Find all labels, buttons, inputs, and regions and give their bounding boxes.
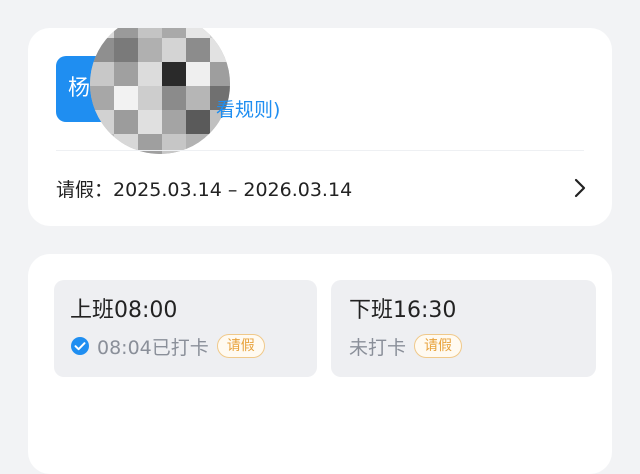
check-circle-icon	[70, 336, 90, 356]
shift-status: 未打卡	[349, 336, 407, 359]
leave-badge: 请假	[414, 334, 463, 358]
leave-period-row[interactable]: 请假：2025.03.14 – 2026.03.14	[56, 172, 590, 204]
leave-period-text: 请假：2025.03.14 – 2026.03.14	[56, 178, 353, 201]
clock-out-shift[interactable]: 下班16:30 未打卡 请假	[331, 280, 596, 377]
mosaic-image	[90, 28, 230, 154]
view-rules-link[interactable]: 看规则)	[216, 98, 280, 122]
divider	[56, 150, 584, 151]
shift-status-row: 08:04已打卡 请假	[70, 332, 317, 360]
employee-info-card: 杨 看规则) 请假：2025.03.14 – 2026.03.14	[28, 28, 612, 226]
leave-badge: 请假	[216, 334, 265, 358]
shift-status: 08:04已打卡	[97, 336, 209, 359]
shift-status-row: 未打卡 请假	[349, 332, 596, 360]
clock-in-shift[interactable]: 上班08:00 08:04已打卡 请假	[54, 280, 317, 377]
chevron-right-icon[interactable]	[570, 178, 590, 198]
shift-title: 上班08:00	[70, 298, 178, 323]
attendance-card: 上班08:00 08:04已打卡 请假 下班16:30 未打卡 请假	[28, 254, 612, 474]
pixelated-profile-photo	[90, 28, 230, 154]
shift-title: 下班16:30	[349, 298, 457, 323]
